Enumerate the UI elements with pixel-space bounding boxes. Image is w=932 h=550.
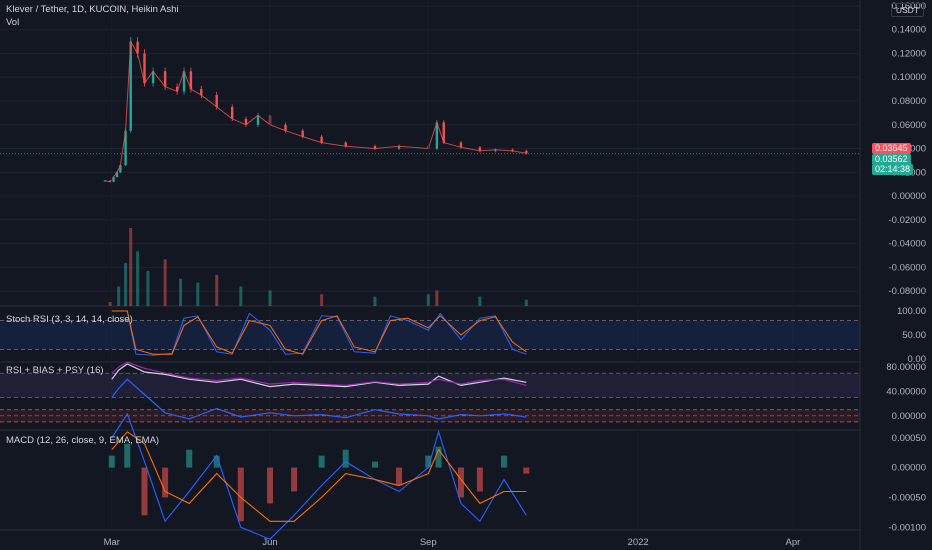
countdown-tag: 02:14:38 — [872, 164, 914, 175]
macd-tick-label: 0.00000 — [892, 463, 926, 474]
rsi-band — [0, 373, 860, 398]
stoch-rsi-title: Stoch RSI (3, 3, 14, 14, close) — [6, 314, 133, 325]
macd-series-line — [111, 431, 527, 522]
volume-bar — [435, 290, 439, 306]
macd-title: MACD (12, 26, close, 9, EMA, EMA) — [6, 435, 160, 446]
macd-tick-label: -0.00100 — [888, 522, 926, 533]
price-tick-label: 0.14000 — [892, 25, 926, 36]
price-tick-label: -0.08000 — [888, 286, 926, 297]
volume-bar — [163, 259, 167, 306]
time-tick-label: 2022 — [628, 537, 649, 548]
chart-root[interactable]: 0.160000.140000.120000.100000.080000.060… — [0, 0, 932, 550]
time-tick-label: Mar — [104, 537, 120, 548]
volume-bar — [108, 302, 112, 306]
volume-bar — [136, 251, 140, 306]
volume-bar — [268, 290, 272, 306]
macd-histogram-bar — [396, 467, 403, 486]
price-tick-label: 0.00000 — [892, 191, 926, 202]
macd-series-line — [111, 412, 527, 540]
macd-histogram-bar — [237, 467, 244, 522]
volume-bar — [239, 286, 243, 306]
macd-histogram-bar — [342, 449, 349, 468]
volume-bar — [524, 299, 528, 306]
volume-bar — [373, 296, 377, 306]
volume-bar — [215, 274, 219, 306]
macd-histogram-bar — [124, 443, 131, 468]
rsi-bias-psy-title: RSI + BIAS + PSY (16) — [6, 365, 104, 376]
macd-histogram-bar — [318, 455, 325, 468]
macd-histogram-bar — [108, 455, 115, 468]
price-tick-label: 0.10000 — [892, 72, 926, 83]
rsi-tick-label: 40.00000 — [886, 386, 926, 397]
last-price-tag: 0.03645 — [872, 143, 911, 154]
rsi-tick-label: 0.00000 — [892, 411, 926, 422]
price-tick-label: -0.06000 — [888, 262, 926, 273]
price-tick-label: -0.02000 — [888, 215, 926, 226]
volume-bar — [478, 296, 482, 306]
stoch-tick-label: 100.00 — [897, 306, 926, 317]
rsi-tick-label: 80.00000 — [886, 362, 926, 373]
time-tick-label: Sep — [420, 537, 437, 548]
stoch-tick-label: 50.00 — [902, 330, 926, 341]
volume-bar — [124, 263, 128, 306]
macd-histogram-bar — [476, 467, 483, 492]
volume-bar — [117, 286, 121, 306]
volume-bar — [426, 294, 430, 306]
volume-bar — [146, 270, 150, 306]
macd-histogram-bar — [291, 467, 298, 492]
macd-histogram-bar — [267, 467, 274, 504]
volume-label: Vol — [6, 17, 20, 28]
price-tick-label: 0.08000 — [892, 96, 926, 107]
macd-histogram-bar — [371, 461, 378, 468]
macd-histogram-bar — [186, 449, 193, 468]
volume-bar — [196, 282, 200, 306]
macd-histogram-bar — [141, 467, 148, 516]
symbol-title: Klever / Tether, 1D, KUCOIN, Heikin Ashi — [6, 4, 179, 15]
currency-badge[interactable]: USDT — [890, 3, 924, 17]
macd-histogram-bar — [500, 455, 507, 468]
macd-tick-label: 0.00050 — [892, 433, 926, 444]
macd-tick-label: -0.00050 — [888, 492, 926, 503]
macd-histogram-bar — [523, 467, 530, 474]
volume-bar — [179, 278, 183, 306]
price-series-line — [104, 39, 527, 183]
price-tick-label: -0.04000 — [888, 239, 926, 250]
price-tick-label: 0.12000 — [892, 48, 926, 59]
volume-bar — [129, 228, 133, 306]
price-tick-label: 0.06000 — [892, 120, 926, 131]
time-tick-label: Apr — [786, 537, 801, 548]
volume-bar — [320, 294, 324, 306]
